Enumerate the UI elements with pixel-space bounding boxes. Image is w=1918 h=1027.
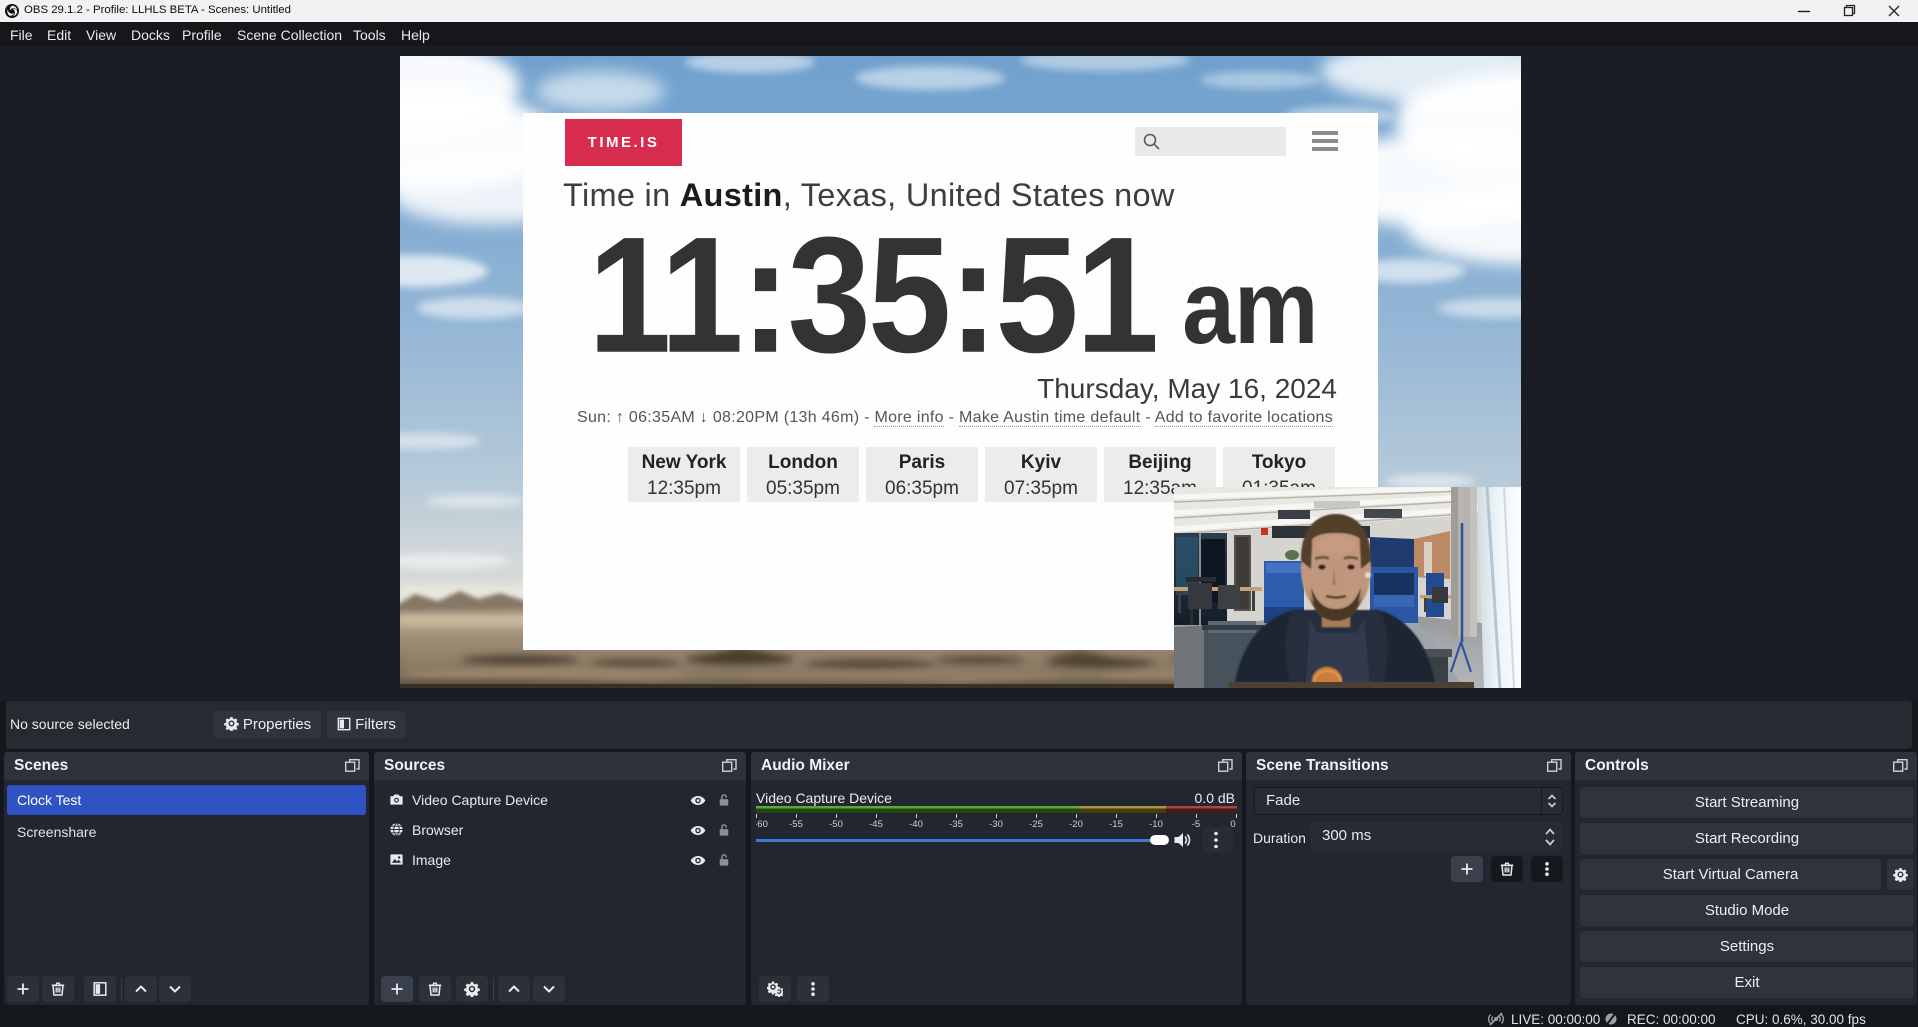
svg-text:-50: -50 (829, 819, 843, 828)
svg-text:-20: -20 (1069, 819, 1083, 828)
svg-text:-10: -10 (1149, 819, 1163, 828)
svg-text:-55: -55 (789, 819, 803, 828)
svg-text:-30: -30 (989, 819, 1003, 828)
svg-text:-5: -5 (1192, 819, 1200, 828)
svg-text:-25: -25 (1029, 819, 1043, 828)
svg-text:-40: -40 (909, 819, 923, 828)
svg-text:-35: -35 (949, 819, 963, 828)
svg-text:-45: -45 (869, 819, 883, 828)
svg-text:-15: -15 (1109, 819, 1123, 828)
svg-text:-60: -60 (756, 819, 768, 828)
